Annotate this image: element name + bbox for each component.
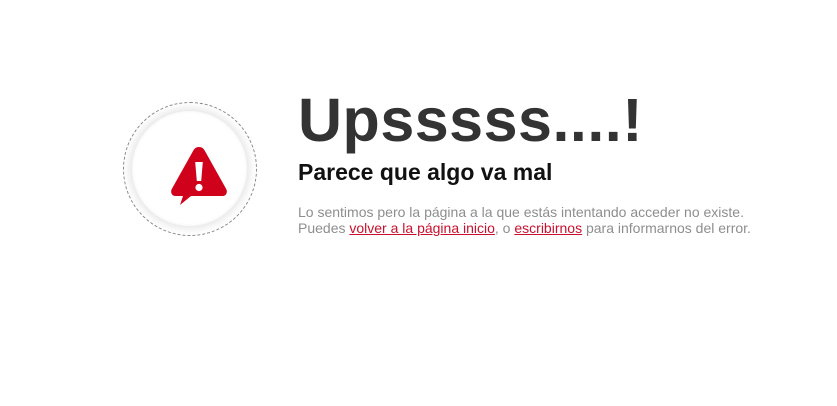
message-text-2: , o — [494, 220, 515, 236]
home-link[interactable]: volver a la página inicio — [349, 220, 495, 236]
error-content: Upsssss....! Parece que algo va mal Lo s… — [298, 84, 788, 236]
warning-icon — [171, 147, 227, 205]
contact-link[interactable]: escribirnos — [514, 220, 582, 236]
message-text-3: para informarnos del error. — [582, 220, 751, 236]
error-badge — [123, 102, 257, 236]
error-badge-circle — [132, 111, 247, 226]
error-message: Lo sentimos pero la página a la que está… — [298, 204, 778, 236]
page-subtitle: Parece que algo va mal — [298, 159, 553, 185]
error-page: Upsssss....! Parece que algo va mal Lo s… — [0, 0, 837, 406]
page-title: Upsssss....! — [298, 86, 644, 154]
